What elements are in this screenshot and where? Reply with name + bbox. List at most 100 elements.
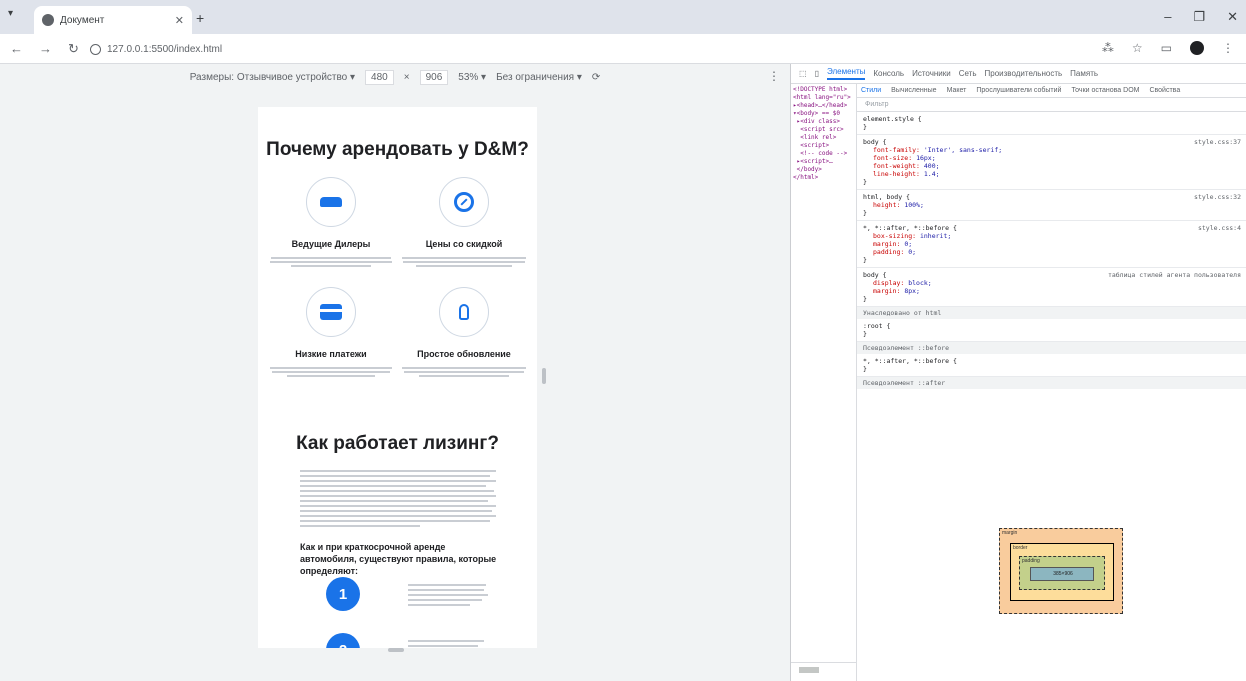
styles-filter-input[interactable]: Фильтр <box>857 98 1246 112</box>
device-select[interactable]: Размеры: Отзывчивое устройство ▾ <box>190 72 355 83</box>
rule-selector: html, body { <box>863 193 910 201</box>
subtab-dom-breakpoints[interactable]: Точки останова DOM <box>1071 87 1139 94</box>
toolbar: ← → ↻ 127.0.0.1:5500/index.html ⁂ ☆ ▭ ⋮ <box>0 34 1246 64</box>
step-2-text <box>408 637 488 648</box>
resize-handle-bottom[interactable] <box>388 648 404 652</box>
url-text[interactable]: 127.0.0.1:5500/index.html <box>107 44 222 55</box>
device-mode-icon[interactable]: ▯ <box>815 69 819 78</box>
box-content: 385×906 <box>1030 567 1094 581</box>
feature-circle <box>306 287 356 337</box>
feature-title: Низкие платежи <box>295 349 367 359</box>
styles-pane: element.style { } body { style.css:37 fo… <box>857 112 1246 532</box>
style-rule[interactable]: *, *::after, *::before { } <box>857 354 1246 377</box>
new-tab-button[interactable]: + <box>196 10 204 26</box>
tab-console[interactable]: Консоль <box>873 69 904 78</box>
favicon-icon <box>42 14 54 26</box>
box-padding-label: padding <box>1022 558 1040 564</box>
translate-icon[interactable]: ⁂ <box>1102 41 1114 55</box>
rule-close: } <box>863 365 867 373</box>
style-rule[interactable]: :root { } <box>857 319 1246 342</box>
rule-prop[interactable]: line-height: 1.4; <box>863 170 1241 178</box>
pseudo-header: Псевдоэлемент ::after <box>857 377 1246 389</box>
resize-handle-right[interactable] <box>542 368 546 384</box>
menu-icon[interactable]: ⋮ <box>1222 41 1234 55</box>
rotate-icon[interactable]: ⟳ <box>592 72 600 83</box>
tab-network[interactable]: Сеть <box>959 69 977 78</box>
device-more-icon[interactable]: ⋮ <box>768 69 780 83</box>
rule-prop[interactable]: margin: 8px; <box>863 287 1241 295</box>
rule-source-link[interactable]: style.css:32 <box>1194 193 1241 201</box>
rule-prop[interactable]: margin: 0; <box>863 240 1241 248</box>
rule-prop[interactable]: height: 100%; <box>863 201 1241 209</box>
zoom-select[interactable]: 53% ▾ <box>458 72 486 83</box>
devtools-tabs: ⬚ ▯ Элементы Консоль Источники Сеть Прои… <box>791 64 1246 84</box>
browser-tab[interactable]: Документ ✕ <box>34 6 192 34</box>
rule-prop[interactable]: box-sizing: inherit; <box>863 232 1241 240</box>
pseudo-header: Псевдоэлемент ::before <box>857 342 1246 354</box>
rule-close: } <box>863 256 867 264</box>
address-bar[interactable]: 127.0.0.1:5500/index.html <box>84 39 1104 59</box>
sidepanel-icon[interactable]: ▭ <box>1161 41 1172 55</box>
subtab-computed[interactable]: Вычисленные <box>891 87 936 94</box>
back-icon[interactable]: ← <box>10 41 23 57</box>
dimension-separator: × <box>403 71 410 83</box>
rule-selector: *, *::after, *::before { <box>863 357 957 365</box>
feature-card: Низкие платежи <box>266 287 396 379</box>
rule-prop[interactable]: font-family: 'Inter', sans-serif; <box>863 146 1241 154</box>
tab-bar: ▾ Документ ✕ + – ❐ ✕ <box>0 0 1246 34</box>
height-input[interactable]: 906 <box>419 69 449 85</box>
how-title: Как работает лизинг? <box>296 433 499 454</box>
tab-memory[interactable]: Память <box>1070 69 1098 78</box>
subtab-styles[interactable]: Стили <box>861 87 881 94</box>
car-icon <box>320 197 342 207</box>
site-info-icon[interactable] <box>90 43 101 55</box>
rule-prop[interactable]: font-size: 16px; <box>863 154 1241 162</box>
style-rule[interactable]: body { таблица стилей агента пользовател… <box>857 268 1246 307</box>
minimize-icon[interactable]: – <box>1164 9 1171 25</box>
box-border-label: border <box>1013 545 1028 551</box>
rule-source-link[interactable]: style.css:4 <box>1198 224 1241 232</box>
why-title: Почему арендовать у D&M? <box>266 139 529 160</box>
style-rule[interactable]: element.style { } <box>857 112 1246 135</box>
subtab-properties[interactable]: Свойства <box>1149 87 1180 94</box>
profile-avatar[interactable] <box>1190 41 1204 55</box>
feature-title: Ведущие Дилеры <box>291 239 371 249</box>
subtab-listeners[interactable]: Прослушиватели событий <box>976 87 1061 94</box>
throttle-select[interactable]: Без ограничения ▾ <box>496 72 582 83</box>
maximize-icon[interactable]: ❐ <box>1193 9 1205 25</box>
bookmark-star-icon[interactable]: ☆ <box>1132 41 1143 55</box>
close-window-icon[interactable]: ✕ <box>1227 9 1238 25</box>
tab-performance[interactable]: Производительность <box>985 69 1063 78</box>
rule-close: } <box>863 209 867 217</box>
feature-text <box>399 367 529 377</box>
close-tab-icon[interactable]: ✕ <box>175 14 184 27</box>
rule-source-link: таблица стилей агента пользователя <box>1107 271 1241 279</box>
box-content-size: 385×906 <box>1053 571 1073 577</box>
dom-scrollbar[interactable] <box>799 667 819 673</box>
width-input[interactable]: 480 <box>365 69 394 85</box>
style-rule[interactable]: body { style.css:37 font-family: 'Inter'… <box>857 135 1246 190</box>
dom-tree[interactable]: <!DOCTYPE html> <html lang="ru"> ▸<head>…<… <box>791 84 857 681</box>
style-rule[interactable]: html, body { style.css:32 height: 100%; … <box>857 190 1246 221</box>
rule-prop[interactable]: padding: 0; <box>863 248 1241 256</box>
feature-card: Цены со скидкой <box>399 177 529 269</box>
box-model-diagram[interactable]: margin border padding 385×906 <box>999 528 1123 614</box>
inspect-icon[interactable]: ⬚ <box>799 69 807 78</box>
style-rule[interactable]: *, *::after, *::before { style.css:4 box… <box>857 221 1246 268</box>
subtab-layout[interactable]: Макет <box>947 87 967 94</box>
tab-elements[interactable]: Элементы <box>826 67 866 80</box>
rule-close: } <box>863 178 867 186</box>
rule-prop[interactable]: display: block; <box>863 279 1241 287</box>
rules-subtitle: Как и при краткосрочной аренде автомобил… <box>300 542 497 576</box>
rule-selector: body { <box>863 138 887 146</box>
bulb-icon <box>459 304 469 320</box>
how-paragraph <box>300 467 496 530</box>
tab-sources[interactable]: Источники <box>912 69 951 78</box>
rule-prop[interactable]: font-weight: 400; <box>863 162 1241 170</box>
forward-icon[interactable]: → <box>39 41 52 57</box>
price-tag-icon <box>454 192 474 212</box>
rule-source-link[interactable]: style.css:37 <box>1194 138 1241 146</box>
reload-icon[interactable]: ↻ <box>68 41 79 57</box>
window-controls: – ❐ ✕ <box>1164 9 1238 25</box>
tab-search-icon[interactable]: ▾ <box>8 8 13 19</box>
